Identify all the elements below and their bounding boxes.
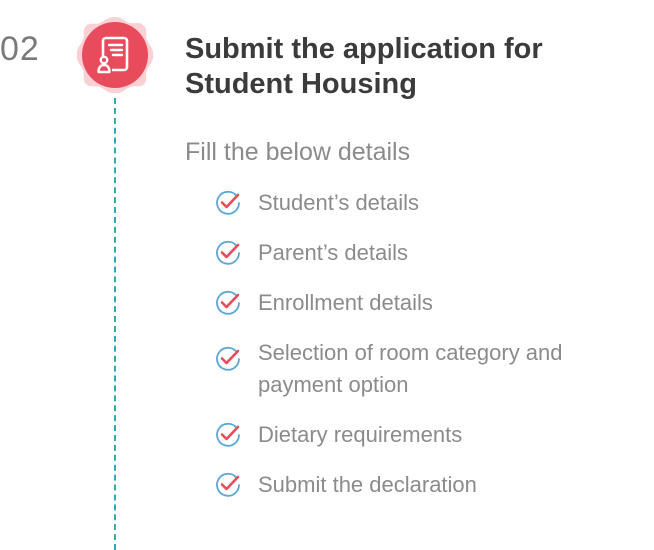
checklist-item-label: Dietary requirements: [258, 422, 463, 447]
check-circle-icon: [214, 189, 242, 217]
checklist-item-label: Student’s details: [258, 190, 420, 215]
checklist-item-declaration: Submit the declaration: [214, 469, 644, 501]
checklist-item-student-details: Student’s details: [214, 187, 644, 219]
checklist-item-label: Enrollment details: [258, 290, 433, 315]
check-circle-icon: [214, 421, 242, 449]
step-badge: [74, 14, 156, 96]
check-circle-icon: [214, 345, 242, 373]
checklist-item-parent-details: Parent’s details: [214, 237, 644, 269]
checklist-item-dietary: Dietary requirements: [214, 419, 644, 451]
check-circle-icon: [214, 471, 242, 499]
step-number: 02: [0, 30, 40, 68]
checklist-item-label: Submit the declaration: [258, 472, 477, 497]
checklist-item-room-category: Selection of room category and payment o…: [214, 337, 644, 401]
check-circle-icon: [214, 289, 242, 317]
document-user-icon: [76, 17, 154, 94]
step-subtitle: Fill the below details: [185, 138, 411, 166]
timeline-line: [114, 98, 116, 550]
details-checklist: Student’s details Parent’s details Enrol…: [214, 187, 644, 519]
check-circle-icon: [214, 239, 242, 267]
checklist-item-enrollment-details: Enrollment details: [214, 287, 644, 319]
checklist-item-label: Parent’s details: [258, 240, 409, 265]
step-title: Submit the application for Student Housi…: [185, 33, 543, 100]
checklist-item-label: Selection of room category and payment o…: [258, 340, 563, 397]
